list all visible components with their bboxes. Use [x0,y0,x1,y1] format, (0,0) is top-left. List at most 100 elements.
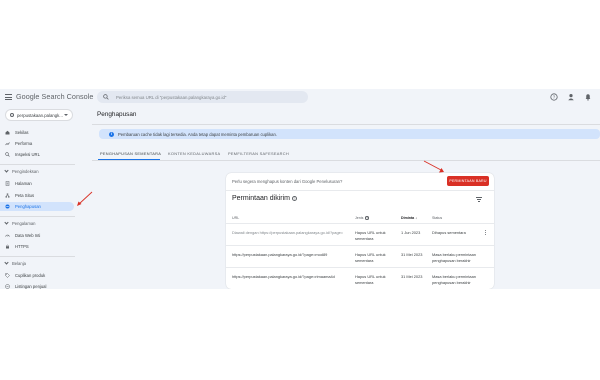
sidebar-item-penghapusan[interactable]: Penghapusan [0,202,74,211]
column-header-date-label: Diminta [401,216,415,220]
chevron-down-icon [4,168,9,173]
account-icon[interactable] [567,93,575,101]
sidebar-item-label: Listingan penjual [15,284,47,289]
info-icon: i [109,131,114,137]
sidebar-item-performa[interactable]: Performa [0,139,74,148]
sidebar-item-label: HTTPS [15,244,29,249]
more-vert-icon[interactable] [485,230,487,236]
tab-penghapusan-sementara[interactable]: PENGHAPUSAN SEMENTARA [100,151,161,156]
page-title: Penghapusan [97,111,137,118]
search-bar[interactable]: Periksa semua URL di "perpustakaan.palan… [97,91,308,103]
tabs-divider [92,160,600,161]
sidebar-item-listingan-penjual[interactable]: Listingan penjual [0,282,74,289]
table-row[interactable]: https://perpustakaan.palangkaraya.go.id/… [226,269,494,289]
sidebar-item-label: Data Web Inti [15,233,41,238]
chevron-down-icon [64,114,68,116]
search-icon [103,94,109,100]
row-status: Masa berlaku permintaan penghapusan bera… [432,274,476,285]
sidebar-section-label: Pengindeksan [12,169,39,174]
column-header-url[interactable]: URL [232,216,239,220]
top-bar: Google Search Console Periksa semua URL … [0,89,600,106]
row-divider [226,267,494,268]
product-tag-icon [5,273,10,278]
help-icon[interactable]: ? [291,196,297,201]
row-status: Dihapus sementara [432,230,466,235]
sidebar-item-data-web-inti[interactable]: Data Web Inti [0,231,74,240]
column-header-status[interactable]: Status [432,216,442,220]
row-type: Hapus URL untuk sementara [355,274,386,285]
chevron-down-icon [4,260,9,265]
sidebar-section-pengindeksan[interactable]: Pengindeksan [4,168,39,174]
svg-text:?: ? [553,95,556,100]
table-row[interactable]: https://perpustakaan.palangkaraya.go.id/… [226,247,494,267]
card-divider [226,190,494,191]
sidebar-divider [0,164,75,165]
table-header-divider [226,223,494,224]
sidebar-item-inspeksi-url[interactable]: Inspeksi URL [0,150,74,159]
help-icon[interactable]: ? [365,216,369,220]
column-header-type[interactable]: Jenis ? [355,216,369,220]
home-icon [5,130,10,135]
sidebar-item-halaman[interactable]: Halaman [0,179,74,188]
sidebar-item-label: Peta Situs [15,193,35,198]
column-header-type-label: Jenis [355,216,364,220]
app-logo[interactable]: Google Search Console [16,92,93,101]
lock-icon [6,244,9,249]
sidebar-section-label: Belanja [12,261,26,266]
column-header-date[interactable]: Diminta ↓ [401,216,417,220]
help-icon[interactable]: ? [550,93,558,101]
row-status: Masa berlaku permintaan penghapusan bera… [432,252,476,263]
sidebar-section-label: Pengalaman [12,221,36,226]
row-url: https://perpustakaan.palangkaraya.go.id/… [232,252,328,257]
logo-product-text: Search Console [41,92,94,101]
gauge-icon [5,234,10,237]
info-banner: i Pembaruan cache tidak lagi tersedia. A… [99,129,600,139]
sidebar-divider [0,216,75,217]
tab-pemfilteran-safesearch[interactable]: PEMFILTERAN SAFESEARCH [228,151,289,156]
tab-konten-kedaluwarsa[interactable]: KONTEN KEDALUWARSA [168,151,220,156]
table-row[interactable]: Diawali dengan https://perpustakaan.pala… [226,225,494,245]
row-date: 31 Mei 2023 [401,252,423,257]
row-date: 31 Mei 2023 [401,274,423,279]
sidebar-item-label: Penghapusan [15,204,41,209]
sidebar-item-sekilas[interactable]: Sekilas [0,128,74,137]
inspect-search-icon [5,152,10,157]
merchant-icon [5,284,10,289]
removal-requests-card: Perlu segera menghapus konten dari Googl… [226,173,494,289]
search-console-app: Google Search Console Periksa semua URL … [0,89,600,289]
annotation-arrow-sidebar [77,191,93,206]
filter-icon[interactable] [476,197,482,202]
row-url: https://perpustakaan.palangkaraya.go.id/… [232,274,335,279]
header-actions: ? [550,93,592,101]
arrow-down-icon: ↓ [415,216,417,220]
chevron-down-icon [4,220,9,225]
sidebar-item-cuplikan-produk[interactable]: Cuplikan produk [0,271,74,280]
row-url: Diawali dengan https://perpustakaan.pala… [232,230,344,235]
requests-section-title: Permintaan dikirim ? [232,195,297,202]
row-divider [226,245,494,246]
sidebar-section-pengalaman[interactable]: Pengalaman [4,220,36,226]
sidebar-item-peta-situs[interactable]: Peta Situs [0,191,74,200]
info-banner-text: Pembaruan cache tidak lagi tersedia. And… [118,131,277,137]
new-request-button[interactable]: PERMINTAAN BARU [447,176,489,186]
row-date: 1 Jun 2023 [401,230,421,235]
row-type: Hapus URL untuk sementara [355,252,386,263]
section-title-text: Permintaan dikirim [232,195,290,202]
sidebar-section-belanja[interactable]: Belanja [4,260,26,266]
property-selector[interactable]: perpustakaan.palangk... [5,109,73,121]
menu-icon[interactable] [5,94,12,100]
sidebar-divider [0,256,75,257]
bell-icon[interactable] [584,93,592,101]
globe-icon [10,113,14,117]
search-input[interactable]: Periksa semua URL di "perpustakaan.palan… [116,95,226,100]
property-name: perpustakaan.palangk... [17,112,63,118]
main-divider [92,124,600,125]
logo-google-text: Google [16,92,40,101]
sidebar-item-label: Cuplikan produk [15,273,46,278]
sidebar-item-label: Halaman [15,181,32,186]
sidebar-item-https[interactable]: HTTPS [0,242,74,251]
sidebar-item-label: Inspeksi URL [15,152,40,157]
trending-up-icon [5,142,10,146]
removal-prompt-text: Perlu segera menghapus konten dari Googl… [232,179,343,184]
annotation-arrow-new-request [423,160,444,173]
